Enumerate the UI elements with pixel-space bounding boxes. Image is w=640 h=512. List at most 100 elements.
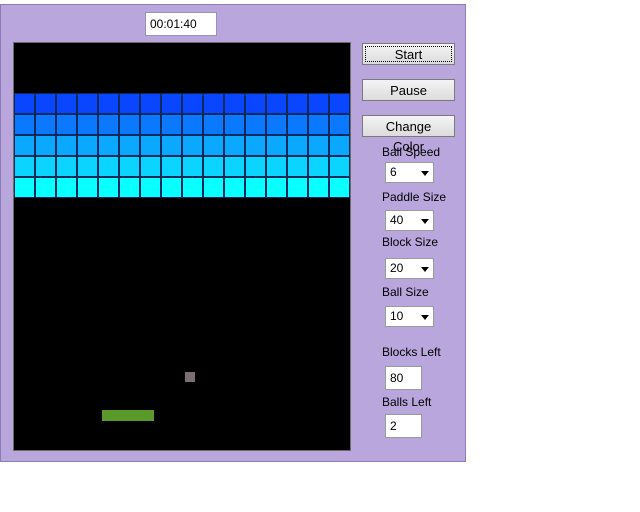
block-size-value: 20 (390, 261, 404, 275)
brick (14, 135, 35, 156)
brick (119, 135, 140, 156)
paddle-size-select[interactable]: 40 (385, 210, 434, 231)
brick (56, 135, 77, 156)
brick (119, 93, 140, 114)
brick (77, 93, 98, 114)
paddle-size-label: Paddle Size (382, 190, 447, 204)
brick (182, 114, 203, 135)
brick (203, 177, 224, 198)
brick (98, 156, 119, 177)
brick (287, 156, 308, 177)
balls-left-label: Balls Left (382, 395, 432, 409)
brick (77, 177, 98, 198)
brick (329, 114, 350, 135)
brick (224, 135, 245, 156)
brick (329, 135, 350, 156)
chevron-down-icon (421, 171, 429, 176)
brick (14, 114, 35, 135)
brick (266, 93, 287, 114)
block-size-label: Block Size (382, 235, 439, 249)
brick (203, 93, 224, 114)
chevron-down-icon (421, 219, 429, 224)
brick (203, 156, 224, 177)
brick (182, 135, 203, 156)
brick (56, 177, 77, 198)
brick (329, 93, 350, 114)
brick (35, 114, 56, 135)
brick (161, 156, 182, 177)
block-row (14, 156, 350, 177)
chevron-down-icon (421, 315, 429, 320)
brick (308, 156, 329, 177)
brick (266, 156, 287, 177)
brick (119, 177, 140, 198)
brick (308, 135, 329, 156)
block-row (14, 114, 350, 135)
start-button[interactable]: Start (362, 43, 455, 65)
brick (161, 177, 182, 198)
brick (140, 177, 161, 198)
change-color-button[interactable]: Change Color (362, 115, 455, 154)
brick (98, 114, 119, 135)
ball-speed-value: 6 (390, 165, 397, 179)
brick (245, 177, 266, 198)
ball-size-value: 10 (390, 309, 404, 323)
ball-speed-select[interactable]: 6 (385, 162, 434, 183)
brick (161, 135, 182, 156)
brick (308, 177, 329, 198)
brick (161, 114, 182, 135)
paddle[interactable] (102, 410, 154, 421)
brick (245, 93, 266, 114)
brick (77, 135, 98, 156)
chevron-down-icon (421, 267, 429, 272)
brick (119, 114, 140, 135)
brick (287, 135, 308, 156)
brick (119, 156, 140, 177)
brick (287, 177, 308, 198)
brick (35, 177, 56, 198)
block-grid (14, 93, 350, 198)
brick (182, 93, 203, 114)
block-row (14, 135, 350, 156)
brick (98, 135, 119, 156)
brick (203, 114, 224, 135)
brick (35, 135, 56, 156)
brick (266, 114, 287, 135)
brick (161, 93, 182, 114)
brick (56, 93, 77, 114)
brick (77, 156, 98, 177)
brick (287, 93, 308, 114)
brick (140, 135, 161, 156)
brick (245, 156, 266, 177)
ball-size-select[interactable]: 10 (385, 306, 434, 327)
block-size-select[interactable]: 20 (385, 258, 434, 279)
brick (140, 114, 161, 135)
brick (56, 156, 77, 177)
brick (308, 93, 329, 114)
paddle-size-value: 40 (390, 213, 404, 227)
pause-button[interactable]: Pause (362, 79, 455, 101)
brick (203, 135, 224, 156)
brick (182, 156, 203, 177)
brick (14, 156, 35, 177)
brick (287, 114, 308, 135)
blocks-left-label: Blocks Left (382, 345, 441, 359)
blocks-left-field: 80 (385, 366, 422, 390)
brick (182, 177, 203, 198)
ball-size-label: Ball Size (382, 285, 429, 299)
block-row (14, 93, 350, 114)
brick (77, 114, 98, 135)
game-board[interactable] (13, 42, 351, 451)
brick (329, 156, 350, 177)
brick (329, 177, 350, 198)
brick (245, 114, 266, 135)
ball-speed-label: Ball Speed (382, 145, 441, 159)
brick (224, 93, 245, 114)
brick (98, 93, 119, 114)
brick (56, 114, 77, 135)
game-window: 00:01:40 Start Pause Change Color Ball S… (0, 4, 466, 462)
brick (266, 177, 287, 198)
brick (14, 177, 35, 198)
timer-display: 00:01:40 (145, 12, 217, 36)
balls-left-field: 2 (385, 414, 422, 438)
